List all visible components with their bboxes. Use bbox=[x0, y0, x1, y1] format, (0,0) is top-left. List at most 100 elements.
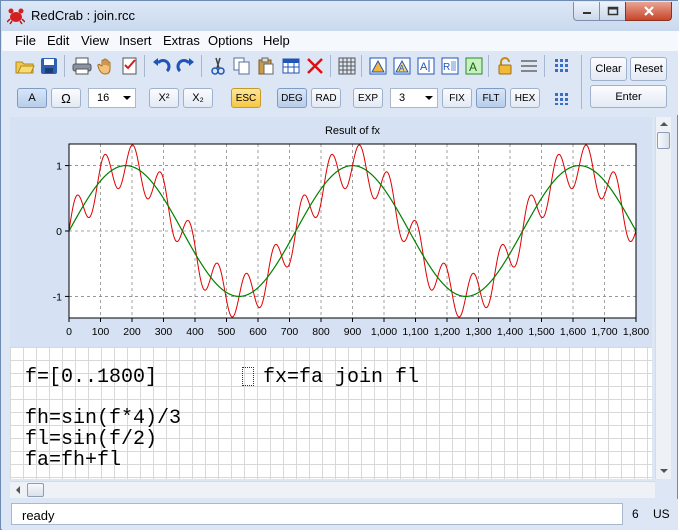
code-line-fh[interactable]: fh=sin(f*4)/3 bbox=[25, 408, 181, 429]
separator bbox=[144, 55, 145, 77]
menu-help[interactable]: Help bbox=[263, 33, 290, 48]
font-size-select[interactable]: 16 bbox=[88, 88, 136, 108]
x-tick-label: 1,100 bbox=[402, 326, 428, 338]
exp-button[interactable]: EXP bbox=[353, 88, 383, 108]
x-tick-label: 900 bbox=[344, 326, 362, 338]
separator bbox=[361, 55, 362, 77]
menu-options[interactable]: Options bbox=[208, 33, 253, 48]
chart-b-button[interactable]: A bbox=[391, 55, 413, 77]
lines-button[interactable] bbox=[518, 55, 540, 77]
code-line-range[interactable]: f=[0..1800] bbox=[25, 367, 157, 388]
cut-button[interactable] bbox=[207, 55, 229, 77]
hex-button[interactable]: HEX bbox=[510, 88, 540, 108]
status-number: 6 bbox=[632, 507, 639, 521]
grid-icon bbox=[338, 57, 356, 75]
title-bar: RedCrab : join.rcc bbox=[1, 1, 679, 31]
delete-icon bbox=[307, 58, 323, 74]
vertical-scroll-thumb[interactable] bbox=[657, 132, 670, 149]
rad-button[interactable]: RAD bbox=[311, 88, 341, 108]
lock-button[interactable] bbox=[494, 55, 516, 77]
horizontal-scrollbar[interactable] bbox=[10, 481, 655, 498]
paste-button[interactable] bbox=[255, 55, 277, 77]
minimize-button[interactable] bbox=[573, 2, 600, 21]
chart-d-button[interactable]: R bbox=[439, 55, 461, 77]
table-icon bbox=[282, 58, 300, 74]
print-button[interactable] bbox=[71, 55, 93, 77]
menu-bar: File Edit View Insert Extras Options Hel… bbox=[2, 31, 678, 51]
minimize-icon bbox=[582, 12, 591, 14]
chart-c-button[interactable]: A bbox=[415, 55, 437, 77]
toolbar-row-1: A A R A bbox=[2, 55, 582, 83]
status-language: US bbox=[653, 507, 670, 521]
dots-grid-button-2[interactable] bbox=[552, 88, 574, 110]
x-tick-label: 1,200 bbox=[434, 326, 460, 338]
table-button[interactable] bbox=[280, 55, 302, 77]
horizontal-scroll-thumb[interactable] bbox=[27, 483, 44, 497]
chart-title: Result of fx bbox=[325, 125, 381, 137]
checklist-button[interactable] bbox=[119, 55, 141, 77]
save-button[interactable] bbox=[38, 55, 60, 77]
y-tick-label: -1 bbox=[53, 291, 62, 303]
code-line-join[interactable]: fx=fa join fl bbox=[263, 367, 419, 388]
worksheet[interactable]: f=[0..1800] fx=fa join fl fh=sin(f*4)/3 … bbox=[10, 347, 652, 479]
save-icon bbox=[41, 58, 57, 74]
print-icon bbox=[72, 57, 92, 75]
reset-button[interactable]: Reset bbox=[630, 57, 667, 81]
fix-button[interactable]: FIX bbox=[442, 88, 472, 108]
maximize-button[interactable] bbox=[599, 2, 626, 21]
separator bbox=[544, 55, 545, 77]
undo-icon bbox=[153, 58, 171, 73]
flt-button[interactable]: FLT bbox=[476, 88, 506, 108]
clear-button[interactable]: Clear bbox=[590, 57, 627, 81]
x-tick-label: 1,600 bbox=[560, 326, 586, 338]
deg-button[interactable]: DEG bbox=[277, 88, 307, 108]
status-text: ready bbox=[22, 508, 55, 523]
omega-button[interactable]: Ω bbox=[51, 88, 81, 108]
chart-e-button[interactable]: A bbox=[463, 55, 485, 77]
precision-select[interactable]: 3 bbox=[390, 88, 438, 108]
enter-button[interactable]: Enter bbox=[590, 85, 667, 108]
esc-button[interactable]: ESC bbox=[231, 88, 261, 108]
menu-view[interactable]: View bbox=[81, 33, 109, 48]
x-tick-label: 200 bbox=[123, 326, 141, 338]
copy-button[interactable] bbox=[231, 55, 253, 77]
scroll-up-icon bbox=[660, 122, 668, 126]
undo-button[interactable] bbox=[150, 55, 172, 77]
code-line-fl[interactable]: fl=sin(f/2) bbox=[25, 429, 157, 450]
x-tick-label: 300 bbox=[155, 326, 173, 338]
menu-insert[interactable]: Insert bbox=[119, 33, 152, 48]
text-cursor-box bbox=[242, 367, 254, 386]
plot-panel: Result of fx 0 100 200 300 400 500 600 700 800 900… bbox=[10, 117, 652, 347]
open-button[interactable] bbox=[14, 55, 36, 77]
delete-button[interactable] bbox=[304, 55, 326, 77]
code-line-fa[interactable]: fa=fh+fl bbox=[25, 450, 121, 471]
lock-icon bbox=[498, 57, 512, 75]
close-button[interactable] bbox=[625, 2, 672, 21]
x-tick-label: 1,000 bbox=[371, 326, 397, 338]
y-tick-label: 0 bbox=[56, 226, 62, 238]
separator bbox=[488, 55, 489, 77]
precision-value: 3 bbox=[399, 92, 406, 104]
separator bbox=[581, 55, 582, 109]
redo-icon bbox=[176, 58, 194, 73]
maximize-icon bbox=[607, 6, 618, 16]
redo-button[interactable] bbox=[175, 55, 197, 77]
font-button[interactable]: A bbox=[17, 88, 47, 108]
dots-grid-icon bbox=[555, 93, 568, 105]
menu-file[interactable]: File bbox=[15, 33, 36, 48]
dots-grid-button[interactable] bbox=[552, 55, 574, 77]
chart: Result of fx 0 100 200 300 400 500 600 700 800 900… bbox=[53, 125, 650, 338]
dots-grid-icon bbox=[555, 59, 568, 72]
hand-button[interactable] bbox=[95, 55, 117, 77]
vertical-scrollbar[interactable] bbox=[655, 117, 671, 479]
cut-icon bbox=[211, 57, 225, 75]
superscript-button[interactable]: X² bbox=[149, 88, 179, 108]
svg-text:A: A bbox=[469, 60, 477, 74]
grid-button[interactable] bbox=[336, 55, 358, 77]
chart-a-button[interactable] bbox=[367, 55, 389, 77]
subscript-button[interactable]: X₂ bbox=[183, 88, 213, 108]
x-tick-label: 1,400 bbox=[497, 326, 523, 338]
hand-icon bbox=[97, 58, 111, 75]
menu-extras[interactable]: Extras bbox=[163, 33, 200, 48]
menu-edit[interactable]: Edit bbox=[47, 33, 69, 48]
